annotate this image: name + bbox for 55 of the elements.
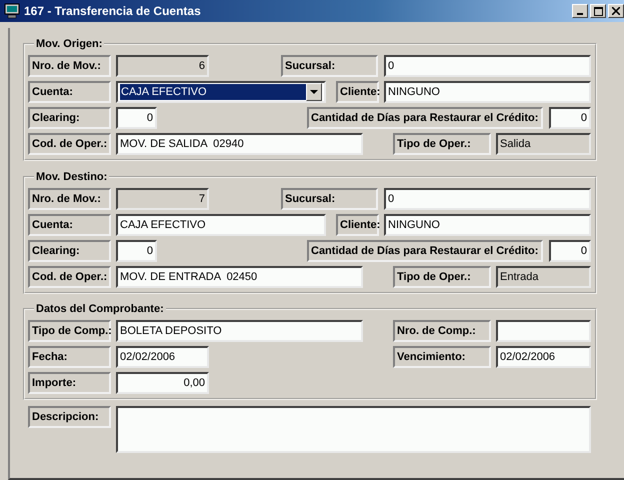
field-label: Cliente: (336, 81, 379, 103)
input-field[interactable]: BOLETA DEPOSITO (116, 320, 363, 342)
field-label: Fecha: (28, 346, 111, 368)
app-icon (4, 3, 20, 19)
window-title: 167 - Transferencia de Cuentas (24, 4, 202, 18)
input-field[interactable]: Salida (496, 133, 591, 155)
field-label: Descripcion: (28, 406, 111, 428)
input-field[interactable]: 0 (116, 240, 157, 262)
input-field[interactable]: 0 (549, 240, 591, 262)
group-title: Mov. Origen: (35, 38, 104, 50)
input-field[interactable]: NINGUNO (384, 81, 591, 103)
field-label: Nro. de Mov.: (28, 55, 111, 77)
input-field[interactable]: Entrada (496, 266, 591, 288)
input-field[interactable]: 0 (549, 107, 591, 129)
field-label: Clearing: (28, 240, 111, 262)
field-label: Cuenta: (28, 214, 111, 236)
maximize-icon (594, 6, 602, 16)
field-label: Cod. de Oper.: (28, 133, 111, 155)
input-field[interactable]: 02/02/2006 (116, 346, 209, 368)
field-label: Importe: (28, 372, 111, 394)
field-label: Vencimiento: (393, 346, 491, 368)
input-field[interactable] (496, 320, 591, 342)
field-label: Tipo de Oper.: (393, 266, 491, 288)
input-field[interactable]: CAJA EFECTIVO (116, 214, 326, 236)
maximize-button[interactable] (590, 4, 606, 18)
input-field[interactable]: MOV. DE SALIDA 02940 (116, 133, 363, 155)
description-field[interactable] (116, 406, 591, 453)
input-field[interactable]: 0 (116, 107, 157, 129)
group-title: Mov. Destino: (35, 171, 108, 183)
caret-icon[interactable] (306, 83, 322, 101)
field-label: Sucursal: (281, 188, 378, 210)
account-dropdown[interactable]: CAJA EFECTIVO (116, 81, 326, 103)
input-field[interactable]: 0 (384, 188, 591, 210)
close-button[interactable] (608, 4, 624, 18)
field-label: Sucursal: (281, 55, 378, 77)
field-label: Nro. de Comp.: (393, 320, 491, 342)
field-label: Cod. de Oper.: (28, 266, 111, 288)
input-field[interactable]: NINGUNO (384, 214, 591, 236)
field-label: Cuenta: (28, 81, 111, 103)
input-field[interactable]: 02/02/2006 (496, 346, 591, 368)
field-label: Cantidad de Días para Restaurar el Crédito: (307, 240, 543, 262)
input-field[interactable]: 0 (384, 55, 591, 77)
field-label: Cantidad de Días para Restaurar el Crédito: (307, 107, 543, 129)
minimize-button[interactable] (572, 4, 588, 18)
input-field[interactable]: 0,00 (116, 372, 209, 394)
close-icon (612, 7, 620, 15)
input-field[interactable]: 7 (116, 188, 209, 210)
group-title: Datos del Comprobante: (35, 303, 165, 315)
field-label: Nro. de Mov.: (28, 188, 111, 210)
field-label: Clearing: (28, 107, 111, 129)
field-label: Tipo de Oper.: (393, 133, 491, 155)
input-field[interactable]: 6 (116, 55, 209, 77)
field-label: Cliente: (336, 214, 379, 236)
input-field[interactable]: MOV. DE ENTRADA 02450 (116, 266, 363, 288)
field-label: Tipo de Comp.: (28, 320, 111, 342)
